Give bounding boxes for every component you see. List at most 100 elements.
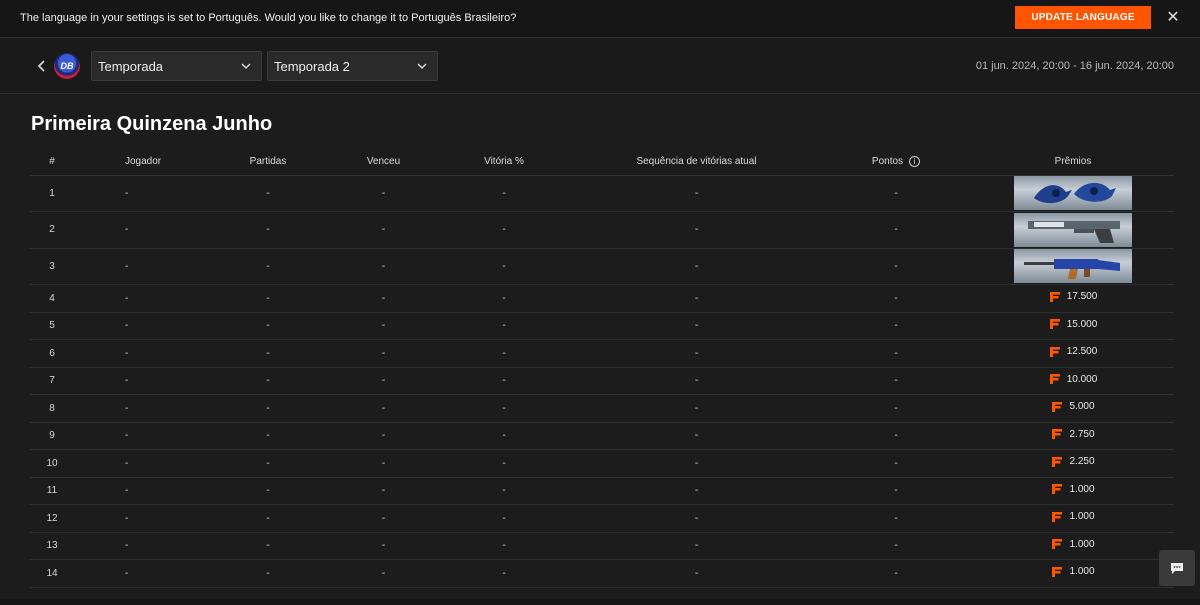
prize-cell: [972, 248, 1174, 285]
rank-cell: 14: [30, 559, 74, 588]
season-type-select[interactable]: Temporada: [91, 51, 262, 81]
streak-cell: -: [573, 504, 820, 533]
rank-cell: 8: [30, 394, 74, 423]
coin-prize: 5.000: [1051, 401, 1095, 413]
faceit-f-icon: [1052, 566, 1063, 577]
coin-prize: 2.250: [1051, 456, 1095, 468]
knife-skin-image[interactable]: [1014, 176, 1132, 211]
pistol-skin-image[interactable]: [1014, 212, 1132, 247]
streak-cell: -: [573, 532, 820, 560]
header-points-label: Pontos: [871, 155, 904, 167]
matches-cell: -: [204, 248, 332, 285]
wins-cell: -: [332, 284, 435, 313]
coin-prize: 1.000: [1051, 511, 1095, 523]
coin-prize: 17.500: [1049, 291, 1097, 303]
prize-amount: 15.000: [1066, 318, 1098, 330]
prize-cell: [972, 211, 1174, 249]
coin-prize: 1.000: [1051, 538, 1095, 550]
chat-button[interactable]: [1159, 550, 1195, 586]
player-cell: -: [74, 559, 204, 588]
wins-cell: -: [332, 559, 435, 588]
streak-cell: -: [573, 394, 820, 423]
wins-cell: -: [332, 367, 435, 395]
streak-cell: -: [573, 339, 820, 368]
table-row: 6- - - - - -12.500: [30, 339, 1174, 368]
header-points: Pontos i: [820, 148, 972, 176]
update-language-button[interactable]: UPDATE LANGUAGE: [1015, 6, 1151, 29]
rank-cell: 7: [30, 367, 74, 395]
streak-cell: -: [573, 559, 820, 588]
prize-cell: 2.750: [972, 422, 1174, 450]
matches-cell: -: [204, 312, 332, 340]
points-cell: -: [820, 394, 972, 423]
faceit-f-icon: [1049, 291, 1060, 302]
wins-cell: -: [332, 422, 435, 450]
prize-cell: 5.000: [972, 394, 1174, 423]
faceit-f-icon: [1052, 429, 1063, 440]
matches-cell: -: [204, 559, 332, 588]
streak-cell: -: [573, 175, 820, 212]
win-pct-cell: -: [435, 504, 573, 533]
table-row: 12- - - - - -1.000: [30, 504, 1174, 533]
streak-cell: -: [573, 312, 820, 340]
table-row: 1------: [30, 175, 1174, 212]
prize-cell: 12.500: [972, 339, 1174, 368]
rank-cell: 13: [30, 532, 74, 560]
faceit-f-icon: [1052, 484, 1063, 495]
coin-prize: 1.000: [1051, 566, 1095, 578]
info-icon[interactable]: i: [909, 155, 921, 167]
coin-prize: 1.000: [1051, 483, 1095, 495]
wins-cell: -: [332, 175, 435, 212]
player-cell: -: [74, 477, 204, 505]
rank-cell: 10: [30, 449, 74, 478]
rank-cell: 12: [30, 504, 74, 533]
close-icon[interactable]: ✕: [1163, 7, 1183, 27]
points-cell: -: [820, 504, 972, 533]
player-cell: -: [74, 284, 204, 313]
prize-cell: 1.000: [972, 504, 1174, 533]
matches-cell: -: [204, 175, 332, 212]
player-cell: -: [74, 312, 204, 340]
points-cell: -: [820, 211, 972, 249]
chevron-down-icon: [417, 63, 427, 69]
table-row: 2------: [30, 211, 1174, 249]
points-cell: -: [820, 339, 972, 368]
header-win-pct: Vitória %: [435, 148, 573, 176]
rank-cell: 5: [30, 312, 74, 340]
rifle-skin-image[interactable]: [1014, 249, 1132, 284]
prize-amount: 12.500: [1066, 346, 1098, 358]
table-row: 5- - - - - -15.000: [30, 312, 1174, 340]
win-pct-cell: -: [435, 367, 573, 395]
win-pct-cell: -: [435, 211, 573, 249]
points-cell: -: [820, 532, 972, 560]
player-cell: -: [74, 248, 204, 285]
matches-cell: -: [204, 284, 332, 313]
header-player: Jogador: [74, 148, 204, 176]
prize-cell: [972, 175, 1174, 212]
faceit-f-icon: [1052, 456, 1063, 467]
win-pct-cell: -: [435, 312, 573, 340]
season-value: Temporada 2: [274, 58, 350, 74]
streak-cell: -: [573, 449, 820, 478]
rank-cell: 1: [30, 175, 74, 212]
hub-logo[interactable]: DB: [54, 53, 80, 79]
prize-amount: 2.750: [1069, 428, 1095, 440]
banner-message: The language in your settings is set to …: [20, 12, 517, 24]
season-type-value: Temporada: [98, 58, 164, 74]
back-arrow-icon[interactable]: [34, 57, 50, 75]
matches-cell: -: [204, 532, 332, 560]
header-streak: Sequência de vitórias atual: [573, 148, 820, 176]
faceit-f-icon: [1052, 539, 1063, 550]
player-cell: -: [74, 504, 204, 533]
rank-cell: 11: [30, 477, 74, 505]
language-banner: The language in your settings is set to …: [0, 0, 1200, 38]
page-title: Primeira Quinzena Junho: [31, 113, 273, 135]
season-select[interactable]: Temporada 2: [267, 51, 438, 81]
table-row: 13- - - - - -1.000: [30, 532, 1174, 560]
prize-amount: 1.000: [1069, 511, 1095, 523]
rank-cell: 4: [30, 284, 74, 313]
prize-amount: 10.000: [1066, 373, 1098, 385]
win-pct-cell: -: [435, 477, 573, 505]
win-pct-cell: -: [435, 449, 573, 478]
player-cell: -: [74, 394, 204, 423]
